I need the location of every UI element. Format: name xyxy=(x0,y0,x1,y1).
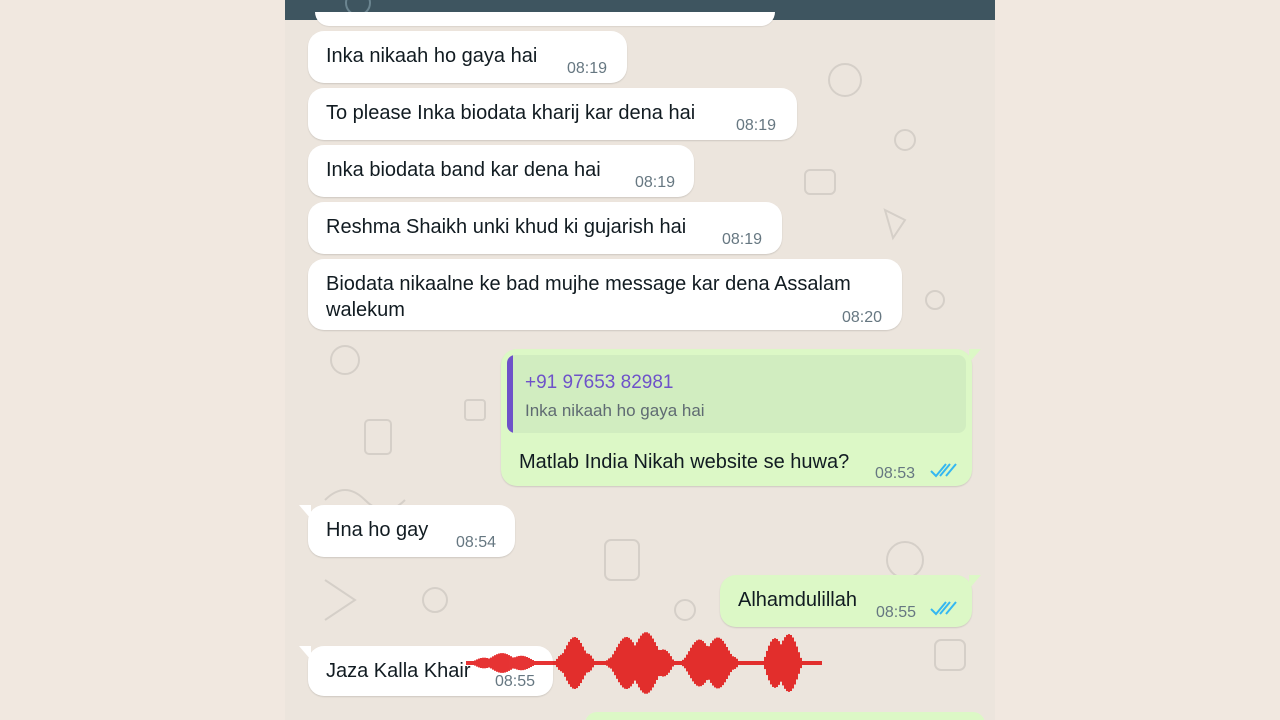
message-time: 08:19 xyxy=(736,117,777,134)
message-text: Reshma Shaikh unki khud ki gujarish hai xyxy=(326,216,687,238)
incoming-message[interactable]: Biodata nikaalne ke bad mujhe message ka… xyxy=(308,259,902,330)
message-time: 08:19 xyxy=(635,174,676,191)
message-time: 08:54 xyxy=(456,534,497,551)
incoming-message[interactable]: Inka nikaah ho gaya hai 08:19 xyxy=(308,31,627,83)
chat-screen: Inka nikaah ho gaya hai 08:19 To please … xyxy=(285,0,995,720)
incoming-message[interactable]: Inka biodata band kar dena hai 08:19 xyxy=(308,145,694,197)
message-text: Biodata nikaalne ke bad mujhe message ka… xyxy=(326,273,851,321)
next-message-bubble xyxy=(585,712,985,720)
bubble-tail xyxy=(969,575,981,589)
message-text: Hna ho gay xyxy=(326,519,429,541)
bubble-tail xyxy=(969,349,981,363)
bubble-tail xyxy=(299,646,311,660)
quote-accent-bar xyxy=(507,355,513,433)
double-check-read-icon xyxy=(930,601,957,616)
incoming-message[interactable]: To please Inka biodata kharij kar dena h… xyxy=(308,88,797,140)
message-time: 08:55 xyxy=(876,604,917,621)
quoted-sender: +91 97653 82981 xyxy=(525,372,674,393)
message-text: Inka nikaah ho gaya hai xyxy=(326,45,538,67)
incoming-message[interactable]: Hna ho gay 08:54 xyxy=(299,505,515,557)
double-check-read-icon xyxy=(930,463,957,478)
message-text: Matlab India Nikah website se huwa? xyxy=(519,451,850,473)
quoted-message[interactable]: +91 97653 82981 Inka nikaah ho gaya hai xyxy=(507,355,966,433)
quoted-text: Inka nikaah ho gaya hai xyxy=(525,401,705,420)
message-text: To please Inka biodata kharij kar dena h… xyxy=(326,102,696,124)
message-text: Jaza Kalla Khair xyxy=(326,660,471,682)
message-time: 08:19 xyxy=(567,60,608,77)
message-time: 08:53 xyxy=(875,465,916,482)
message-text: Alhamdulillah xyxy=(738,589,857,611)
previous-message-bubble xyxy=(315,12,775,26)
bubble-tail xyxy=(299,505,311,519)
audio-waveform-icon xyxy=(466,632,822,694)
message-text: Inka biodata band kar dena hai xyxy=(326,159,601,181)
message-time: 08:19 xyxy=(722,231,763,248)
outgoing-message[interactable]: +91 97653 82981 Inka nikaah ho gaya hai … xyxy=(501,349,981,486)
outgoing-message[interactable]: Alhamdulillah 08:55 xyxy=(720,575,981,627)
incoming-message[interactable]: Reshma Shaikh unki khud ki gujarish hai … xyxy=(308,202,782,254)
message-time: 08:20 xyxy=(842,309,883,326)
